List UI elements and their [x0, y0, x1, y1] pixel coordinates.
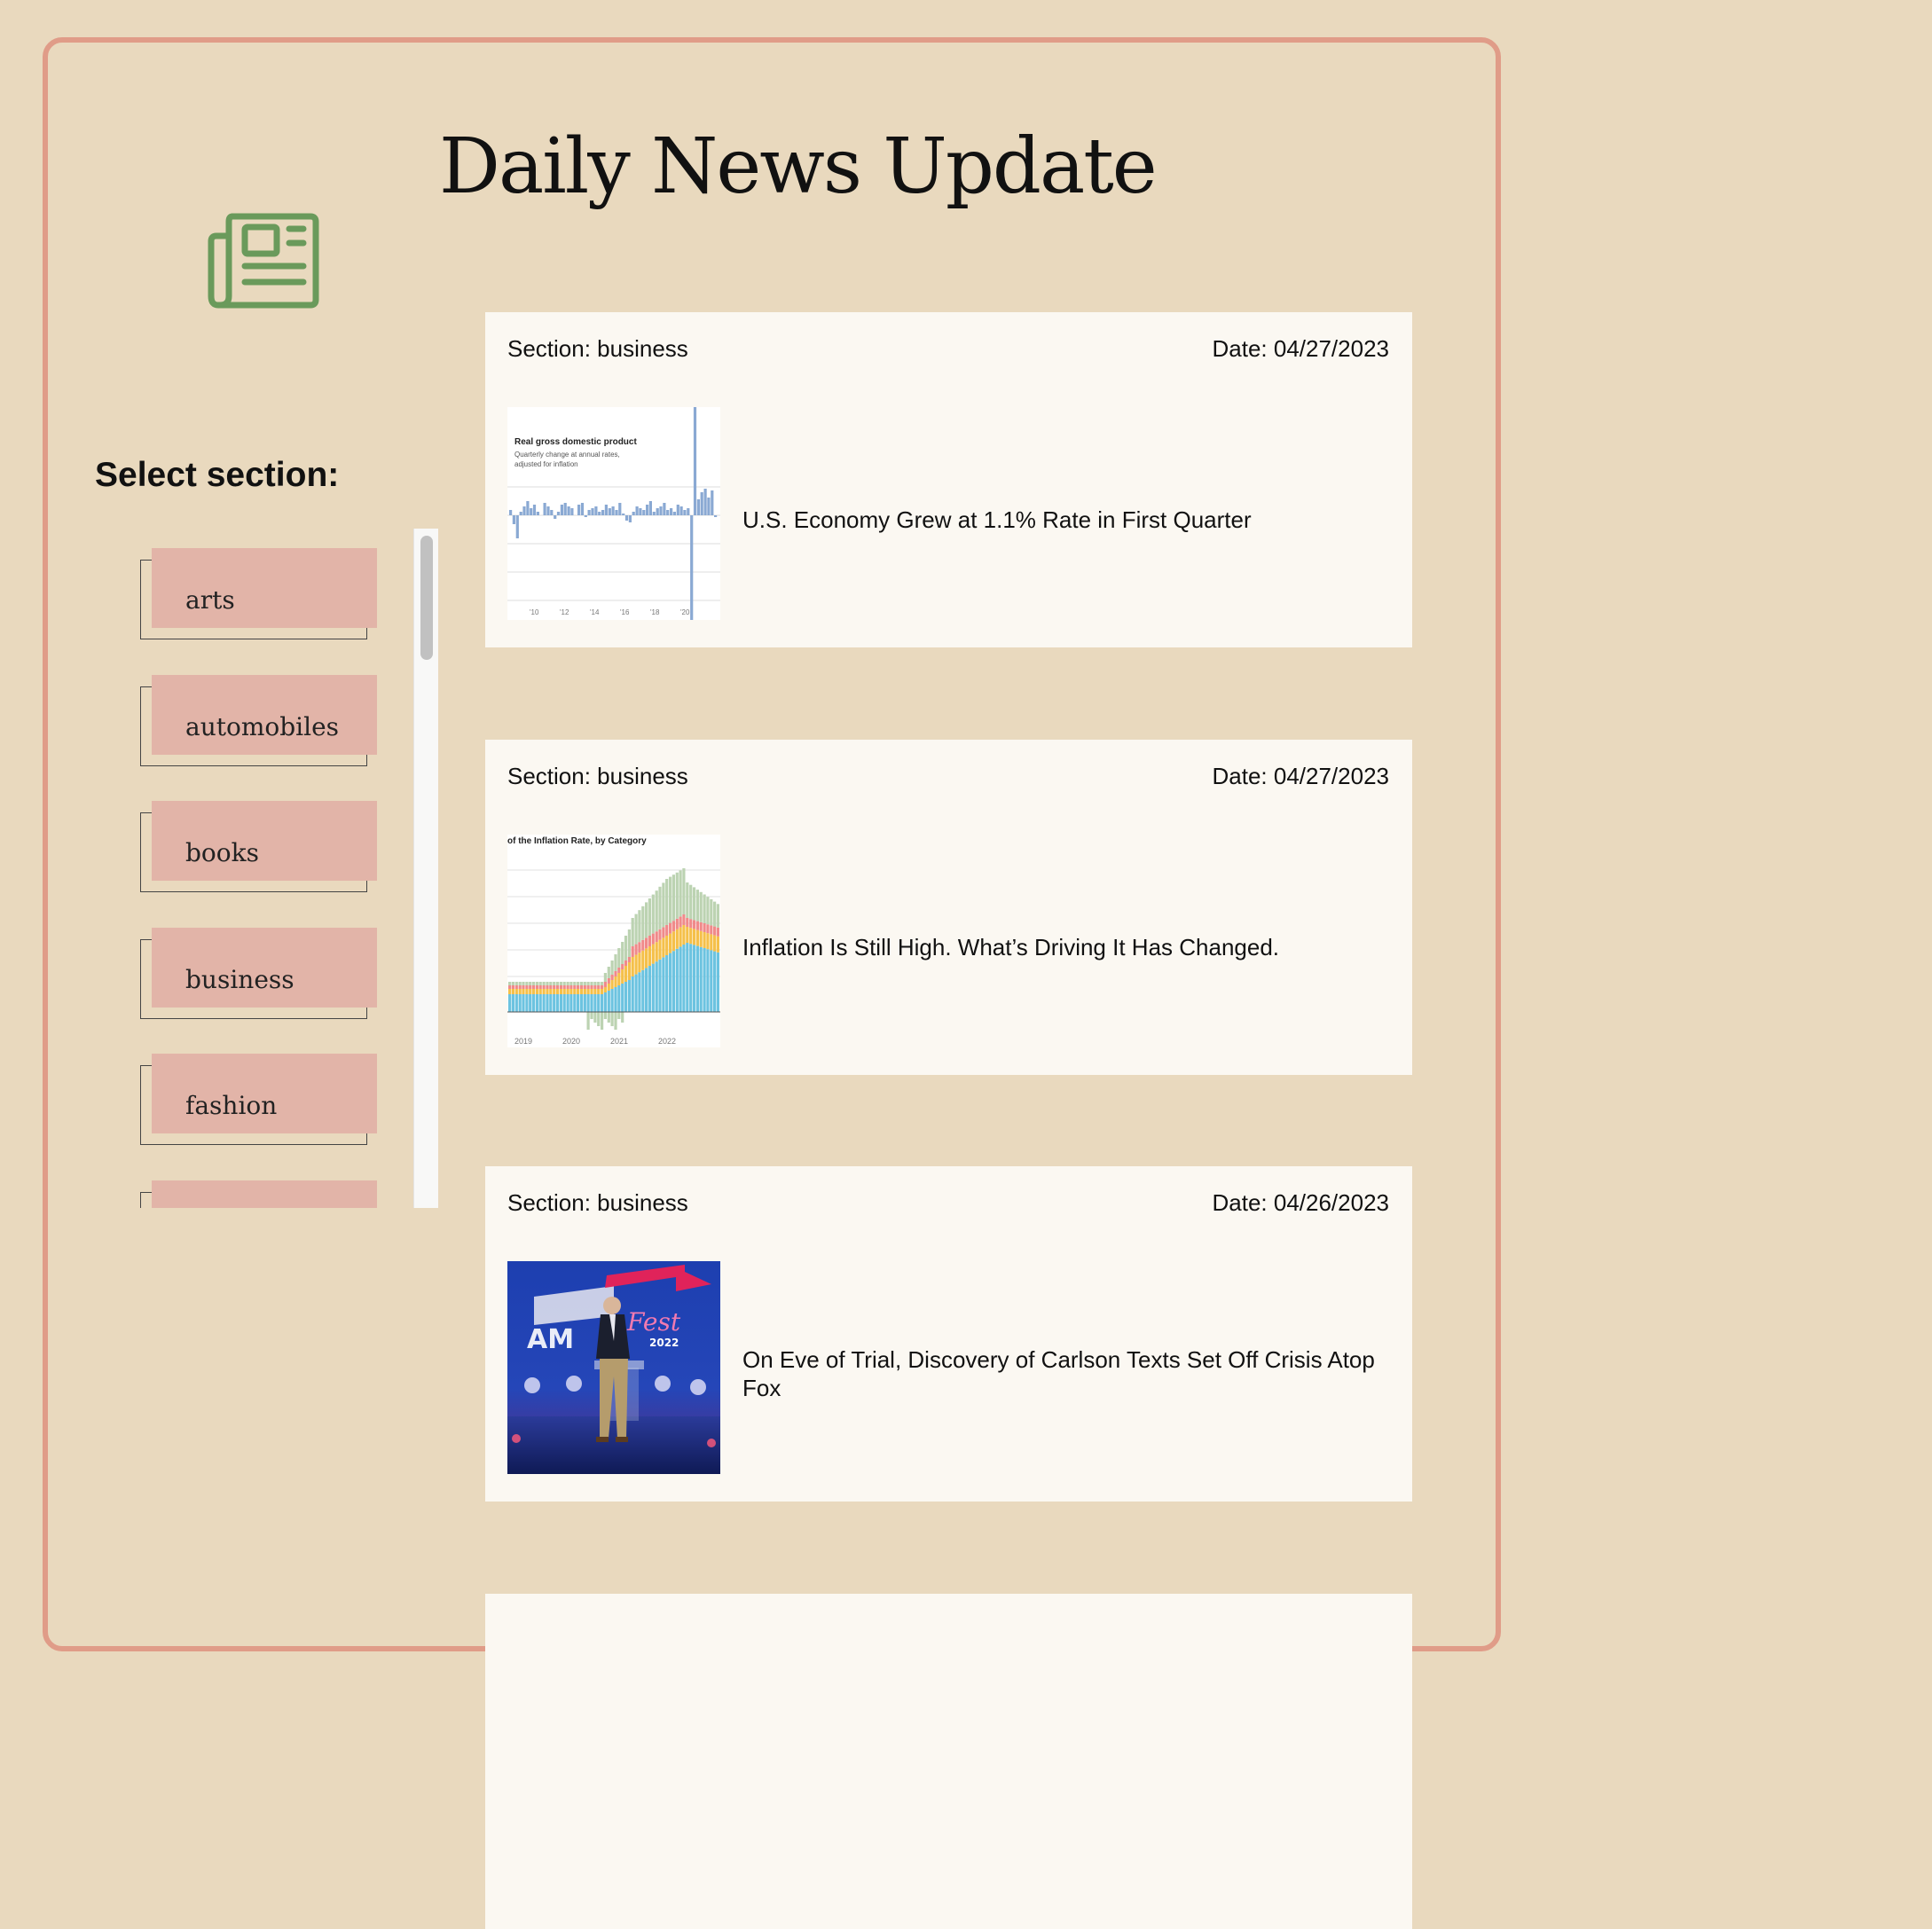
- select-section-label: Select section:: [95, 456, 340, 494]
- article-card[interactable]: Section: business Date: 04/27/2023 of th…: [485, 740, 1412, 1075]
- section-list[interactable]: arts automobiles books business fashion: [133, 529, 444, 1208]
- article-image-gdp-chart: Real gross domestic product Quarterly ch…: [507, 407, 720, 620]
- svg-text:Fest: Fest: [626, 1307, 681, 1337]
- svg-text:'16: '16: [620, 608, 630, 616]
- article-card[interactable]: Section: business Date: 04/27/2023 Real …: [485, 312, 1412, 647]
- section-button-label: arts: [185, 585, 235, 615]
- article-headline[interactable]: Inflation Is Still High. What’s Driving …: [742, 740, 1410, 1075]
- newspaper-icon: [206, 208, 323, 310]
- svg-text:2022: 2022: [658, 1037, 676, 1046]
- page-title: Daily News Update: [439, 122, 1158, 211]
- scrollbar-thumb[interactable]: [420, 536, 433, 660]
- section-button-label: fashion: [185, 1091, 278, 1120]
- section-button-label: books: [185, 838, 259, 867]
- section-button-fashion[interactable]: fashion: [140, 1054, 377, 1145]
- chart-image-title: of the Inflation Rate, by Category: [507, 836, 647, 846]
- article-section: Section: business: [507, 1189, 688, 1216]
- section-list-scrollbar[interactable]: [413, 529, 438, 1208]
- svg-text:'10: '10: [530, 608, 539, 616]
- chart-image-subtitle: adjusted for inflation: [514, 460, 578, 468]
- svg-text:2021: 2021: [610, 1037, 628, 1046]
- svg-text:AM: AM: [527, 1324, 574, 1355]
- article-image-inflation-chart: of the Inflation Rate, by Category 2019 2…: [507, 835, 720, 1047]
- svg-text:2022: 2022: [649, 1337, 679, 1349]
- chart-image-subtitle: Quarterly change at annual rates,: [514, 451, 620, 459]
- article-card[interactable]: Section: business Date: 04/26/2023 AM Fe…: [485, 1166, 1412, 1502]
- svg-text:'14: '14: [590, 608, 600, 616]
- svg-text:2020: 2020: [562, 1037, 580, 1046]
- section-button-books[interactable]: books: [140, 801, 377, 892]
- section-button-next[interactable]: [140, 1180, 377, 1208]
- svg-text:2019: 2019: [514, 1037, 532, 1046]
- section-button-arts[interactable]: arts: [140, 548, 377, 639]
- article-image-photo: AM Fest 2022: [507, 1261, 720, 1474]
- chart-image-title: Real gross domestic product: [514, 437, 637, 447]
- section-button-business[interactable]: business: [140, 928, 377, 1019]
- svg-text:'20: '20: [680, 608, 690, 616]
- article-section: Section: business: [507, 335, 688, 362]
- article-card[interactable]: [485, 1594, 1412, 1929]
- article-section: Section: business: [507, 763, 688, 789]
- section-button-automobiles[interactable]: automobiles: [140, 675, 377, 766]
- article-headline[interactable]: On Eve of Trial, Discovery of Carlson Te…: [742, 1166, 1410, 1502]
- article-headline[interactable]: U.S. Economy Grew at 1.1% Rate in First …: [742, 312, 1410, 647]
- section-button-label: business: [185, 965, 295, 994]
- svg-text:'18: '18: [650, 608, 660, 616]
- section-button-label: automobiles: [185, 712, 340, 741]
- svg-text:'12: '12: [560, 608, 569, 616]
